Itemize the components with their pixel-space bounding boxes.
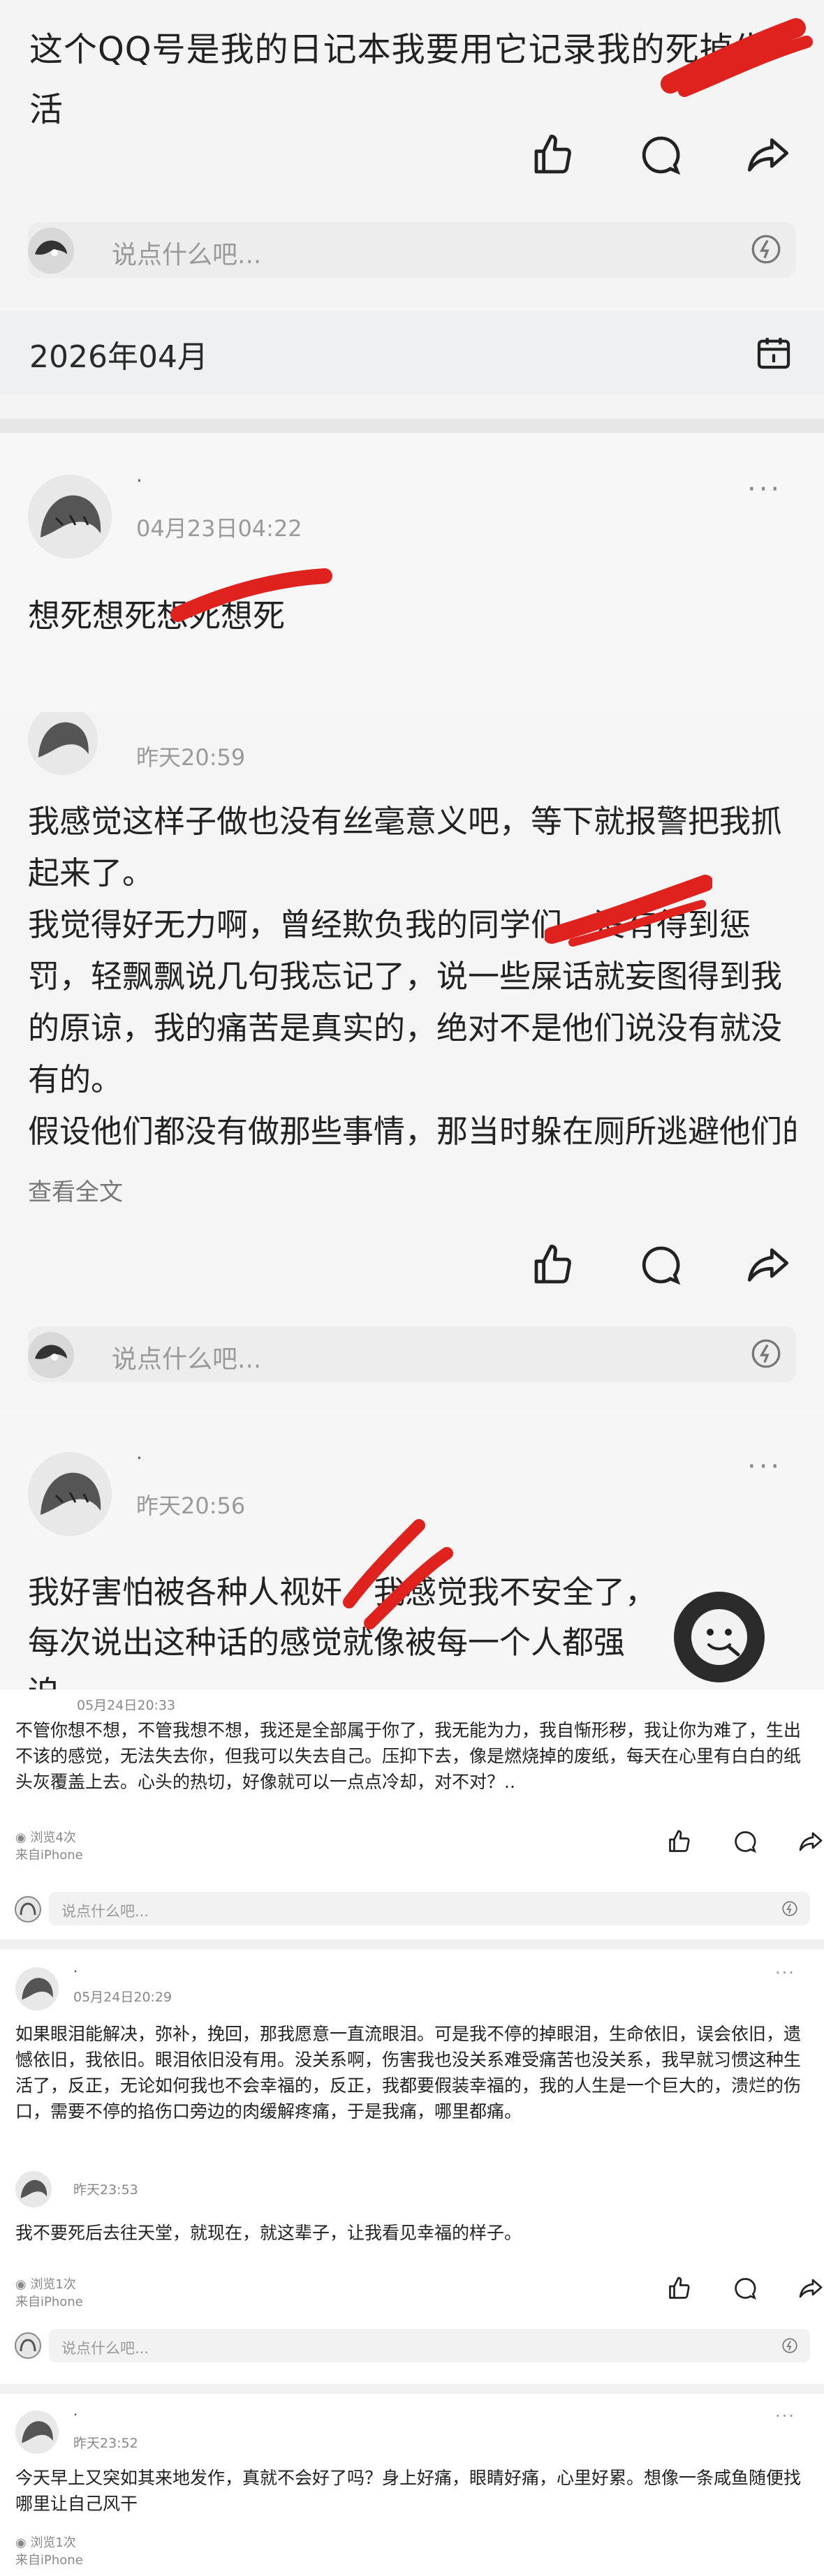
post-meta: ◉ 浏览1次 来自iPhone (15, 2276, 83, 2311)
comment-box[interactable]: 说点什么吧... (28, 222, 796, 278)
more-icon[interactable]: ··· (775, 2406, 795, 2426)
post-card: 昨天20:59 我感觉这样子做也没有丝毫意义吧，等下就报警把我抓起来了。 我觉得… (0, 712, 824, 1410)
comment-placeholder: 说点什么吧... (112, 1345, 262, 1374)
post-text: 想死想死想死想死 (28, 597, 285, 635)
share-icon[interactable] (798, 2276, 823, 2304)
month-bar: 2026年04月 (0, 311, 824, 394)
divider (0, 1939, 824, 1949)
comment-box[interactable]: 说点什么吧... (28, 1326, 796, 1382)
avatar[interactable] (28, 712, 98, 775)
top-section: 这个QQ号是我的日记本我要用它记录我的死掉生活 说点什么吧... 2026年04… (0, 0, 824, 433)
floating-assistant-button[interactable] (674, 1592, 765, 1682)
post-paragraph: 我感觉这样子做也没有丝毫意义吧，等下就报警把我抓起来了。 (28, 803, 783, 891)
post-paragraph: 假设他们都没有做那些事情，那当时躲在厕所逃避他们的言语攻击的人难道不是我啊，真是… (28, 1113, 796, 1150)
author-name: · (73, 1963, 78, 1980)
post-paragraph: 我觉得好无力啊，曾经欺负我的同学们，没有得到惩罚，轻飘飘说几句我忘记了，说一些屎… (28, 906, 783, 1098)
post-card: · 昨天23:52 ··· 今天早上又突如其来地发作，真就不会好了吗？身上好痛，… (0, 2398, 824, 2576)
author-name: · (136, 1446, 142, 1470)
like-icon[interactable] (531, 133, 575, 180)
comment-placeholder: 说点什么吧... (112, 241, 262, 269)
like-icon[interactable] (531, 1243, 575, 1290)
post-actions (531, 1243, 790, 1290)
author-name: · (136, 469, 142, 492)
like-icon[interactable] (667, 1829, 692, 1857)
view-count: ◉ 浏览4次 (15, 1830, 76, 1845)
comment-icon[interactable] (638, 133, 683, 180)
post-text: 如果眼泪能解决，弥补，挽回，那我愿意一直流眼泪。可是我不停的掉眼泪，生命依旧，误… (15, 2024, 802, 2122)
post-actions (531, 133, 790, 180)
avatar (14, 2332, 42, 2362)
divider (0, 2384, 824, 2394)
emoji-icon[interactable] (749, 232, 783, 269)
post-source: 来自iPhone (15, 2295, 83, 2309)
more-icon[interactable]: ··· (775, 1963, 795, 1983)
avatar (27, 1331, 75, 1382)
post-card: · 04月23日04:22 ··· 想死想死想死想死 (0, 433, 824, 712)
like-icon[interactable] (667, 2276, 692, 2304)
comment-icon[interactable] (733, 1829, 758, 1857)
more-icon[interactable]: ··· (747, 1451, 782, 1483)
share-icon[interactable] (798, 1829, 823, 1857)
more-icon[interactable]: ··· (747, 473, 782, 505)
post-meta: ◉ 浏览4次 来自iPhone (15, 1829, 83, 1864)
post-body: 我感觉这样子做也没有丝毫意义吧，等下就报警把我抓起来了。 我觉得好无力啊，曾经欺… (28, 796, 796, 1157)
comment-box[interactable]: 说点什么吧... (49, 1892, 810, 1925)
post-text: 不管你想不想，不管我想不想，我还是全部属于你了，我无能为力，我自惭形秽，我让你为… (15, 1720, 802, 1792)
post-text: 今天早上又突如其来地发作，真就不会好了吗？身上好痛，眼睛好痛，心里好累。想像一条… (15, 2468, 802, 2514)
avatar[interactable] (15, 1967, 59, 2011)
post-actions (667, 2276, 823, 2304)
avatar[interactable] (15, 2171, 52, 2207)
post-time: 04月23日04:22 (136, 515, 302, 542)
post-time: 昨天23:52 (73, 2436, 138, 2451)
divider (0, 419, 824, 433)
share-icon[interactable] (746, 1243, 790, 1290)
share-icon[interactable] (746, 133, 790, 180)
post-time: 05月24日20:33 (77, 1698, 176, 1713)
avatar[interactable] (28, 475, 112, 558)
comment-placeholder: 说点什么吧... (61, 2340, 149, 2357)
post-time: 05月24日20:29 (73, 1990, 172, 2005)
post-text: 我好害怕被各种人视奸，我感觉我不安全了，每次说出这种话的感觉就像被每一个人都强迫… (28, 1574, 657, 1689)
comment-placeholder: 说点什么吧... (61, 1903, 149, 1920)
post-card: · 昨天20:56 ··· 我好害怕被各种人视奸，我感觉我不安全了，每次说出这种… (0, 1410, 824, 1689)
calendar-icon[interactable] (754, 333, 793, 375)
post-time: 昨天23:53 (73, 2182, 138, 2198)
see-full-text-link[interactable]: 查看全文 (28, 1173, 123, 1207)
avatar (27, 226, 75, 278)
post-list: 05月24日20:33 不管你想不想，不管我想不想，我还是全部属于你了，我无能为… (0, 1689, 824, 2576)
post-time: 昨天20:59 (136, 744, 246, 771)
avatar[interactable] (15, 2411, 59, 2454)
comment-icon[interactable] (638, 1243, 683, 1290)
post-card: · 05月24日20:29 ··· 如果眼泪能解决，弥补，挽回，那我愿意一直流眼… (0, 1955, 824, 2150)
avatar (14, 1895, 42, 1926)
post-source: 来自iPhone (15, 2553, 83, 2568)
view-count: ◉ 浏览1次 (15, 2536, 76, 2550)
emoji-icon[interactable] (781, 1900, 799, 1920)
emoji-icon[interactable] (749, 1336, 783, 1374)
post-text: 这个QQ号是我的日记本我要用它记录我的死掉生活 (29, 30, 768, 129)
view-count: ◉ 浏览1次 (15, 2277, 76, 2292)
author-name: · (73, 2406, 78, 2423)
post-meta: ◉ 浏览1次 来自iPhone (15, 2534, 83, 2569)
post-actions (667, 1829, 823, 1857)
avatar[interactable] (28, 1452, 112, 1536)
post-time: 昨天20:56 (136, 1493, 246, 1519)
month-label: 2026年04月 (29, 339, 208, 375)
post-card: 05月24日20:33 不管你想不想，不管我想不想，我还是全部属于你了，我无能为… (0, 1689, 824, 1925)
post-source: 来自iPhone (15, 1848, 83, 1863)
comment-box[interactable]: 说点什么吧... (49, 2329, 810, 2362)
post-card: 昨天23:53 我不要死后去往天堂，就现在，就这辈子，让我看见幸福的样子。 ◉ … (0, 2171, 824, 2374)
emoji-icon[interactable] (781, 2337, 799, 2357)
post-text: 我不要死后去往天堂，就现在，就这辈子，让我看见幸福的样子。 (15, 2223, 522, 2243)
comment-icon[interactable] (733, 2276, 758, 2304)
